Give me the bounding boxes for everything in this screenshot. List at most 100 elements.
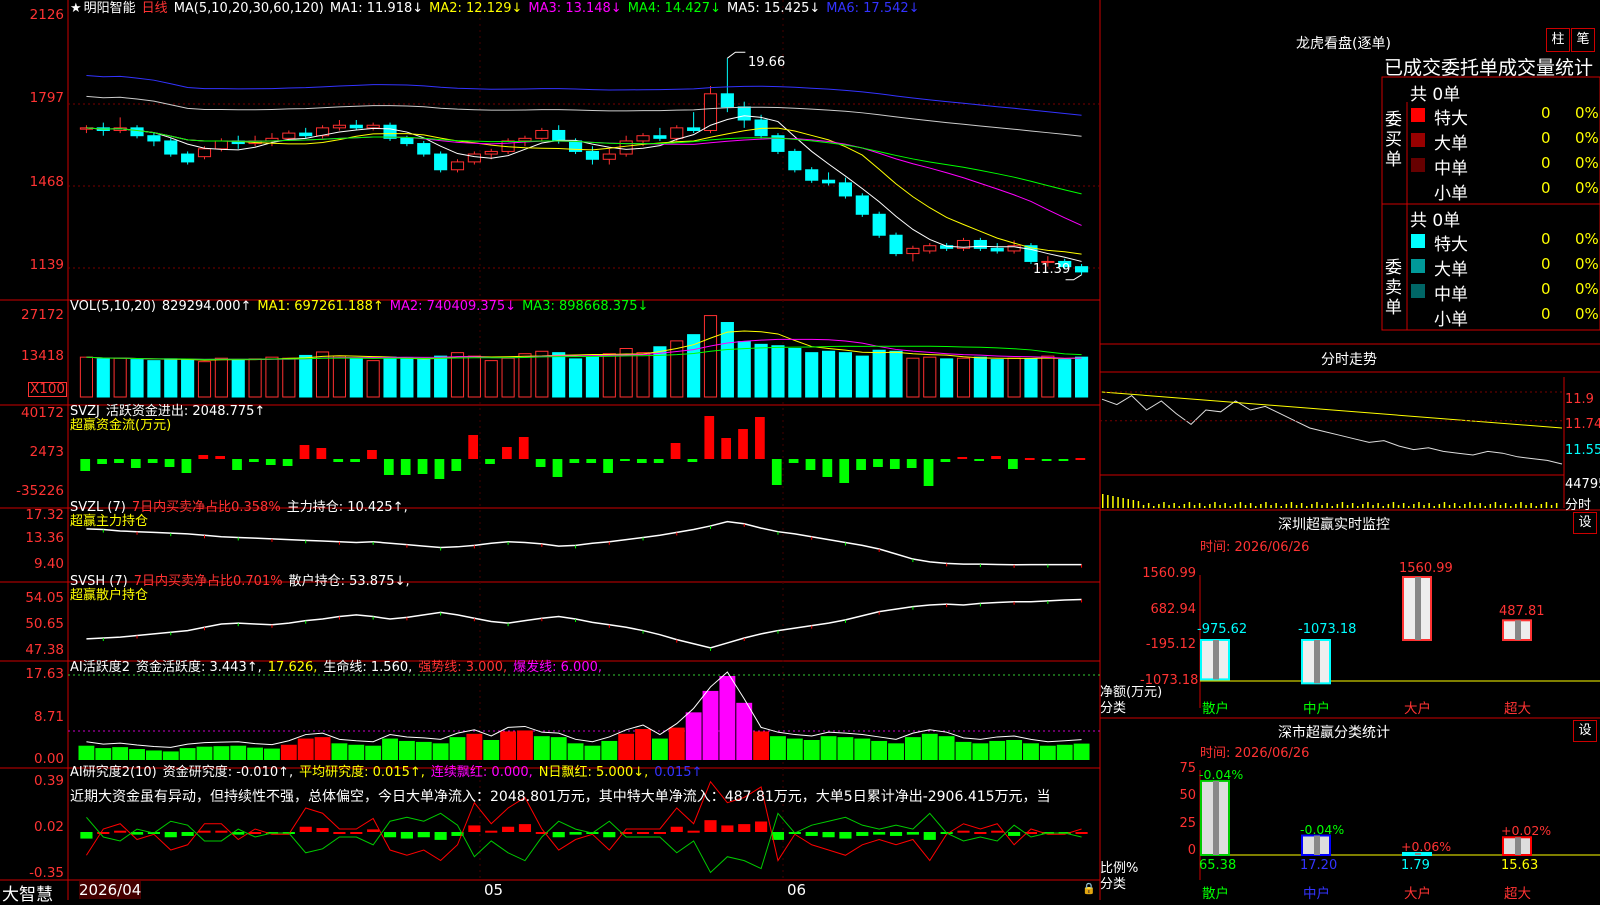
svzj-bar [198,455,209,459]
intraday-vol-bar [1209,504,1211,508]
volume-bar [79,356,94,398]
lock-icon[interactable]: 🔒 [1082,882,1096,895]
svsh-hold: 散户持仓: 53.875↓, [288,574,410,589]
ai-active-bar [179,748,196,760]
ai-research-bar [518,824,532,832]
volume-bar [653,346,667,398]
svzl-line [86,520,1083,568]
ai-active-bar [854,738,871,760]
candle-body [484,150,498,155]
intraday-price-line [1101,394,1563,465]
sz-class-settings-button[interactable]: 设 [1573,720,1597,742]
ai-active-bar [297,738,314,760]
ai-active-bar [955,741,972,760]
sz-class-delta: +0.02% [1501,823,1552,839]
intraday-vol-bar [1193,505,1196,508]
svzj-bar [957,457,968,459]
volume-bar [349,358,363,398]
candle-body [788,150,802,171]
intraday-vol-bar [1357,506,1359,508]
sz-class-category: 中户 [1303,886,1330,902]
sz-class-category: 超大 [1504,886,1531,902]
candle-body [282,132,296,139]
ai-research-axis-0: 0.39 [33,773,64,789]
ma2-value: MA2: 12.129↓ [429,1,523,16]
buy-swatch [1411,133,1425,147]
intraday-vol-bar [1188,502,1191,508]
candle-body [602,153,616,160]
ai-research-bar [822,832,835,838]
ma-line-5 [86,115,1082,262]
intraday-vol-bar [1479,503,1481,508]
ai-research-bar [906,832,919,835]
ai-research-bar [198,830,211,833]
vol-label: VOL(5,10,20) [70,299,156,314]
svsh-axis-2: 47.38 [25,642,64,658]
ma-line-60 [86,95,1082,137]
candle-body [349,124,363,129]
sz-class-axis-2: 25 [1179,816,1196,831]
svzl-hold: 主力持仓: 10.425↑, [286,500,408,515]
ai-active-bar [651,738,668,760]
intraday-vol-bar [1158,504,1160,508]
star-icon[interactable]: ★ [70,1,82,16]
ai-research-bar [636,832,650,834]
candle-body [923,245,937,252]
intraday-vol-bar [1377,503,1379,508]
ma-label: MA(5,10,20,30,60,120) [173,1,324,16]
research-note: 近期大资金虽有异动，但持续性不强，总体偏空，今日大单净流入：2048.801万元… [70,789,1051,805]
intraday-vol-bar [1224,503,1226,508]
sz-monitor-axis-2: -195.12 [1145,637,1196,652]
intraday-vol-bar [1555,503,1558,508]
volume-bar [585,355,600,398]
svzj-bar [502,447,512,459]
volume-bar [450,352,465,398]
candle-body [737,106,751,121]
intraday-vol-bar [1494,502,1497,508]
ai-active-bar [1073,743,1090,760]
ai-active-bar [1023,743,1039,760]
ai-research-bar [873,832,886,835]
intraday-vol-bar [1321,505,1323,508]
ai-research-bar [1075,832,1088,834]
candle-body [197,148,212,158]
sz-monitor-bar-shade [1515,620,1521,640]
sz-class-time: 时间: 2026/06/26 [1200,746,1310,761]
price-axis-1: 1797 [29,90,64,106]
volume-bar [602,353,616,398]
volume-bar [282,357,296,398]
volume-bar [771,345,785,398]
svzj-bar [282,459,293,466]
svzl-axis-0: 17.32 [25,507,64,523]
ai-active-bar [989,740,1006,760]
volume-bar [400,357,414,398]
buy-total: 共 0单 [1410,85,1461,105]
svzj-bar [518,437,529,459]
sz-monitor-settings-button[interactable]: 设 [1573,512,1597,534]
svzl-ratio: 7日内买卖净占比0.358% [131,500,281,515]
ai-research-bar [215,830,228,833]
ai-active-bar [668,727,685,760]
ai-active-bar [500,731,517,760]
tab-bar-view[interactable]: 柱 [1546,28,1570,52]
volume-bar [501,357,515,398]
intraday-vol-bar [1331,506,1333,508]
candle-body [670,127,684,139]
candle-body [164,140,178,155]
intraday-vol-bar [1229,506,1231,508]
svzj-bar [434,459,445,479]
ai-active-bar [685,712,702,760]
volume-bar [484,360,498,398]
svzj-text: 活跃资金进出: 2048.775↑ [105,404,266,419]
sz-monitor-category: 中户 [1303,701,1330,717]
sz-monitor-xlabel: 分类 [1100,701,1127,716]
svsh-sub: 超赢散户持仓 [70,588,149,603]
candle-body [400,137,414,145]
sell-label: 委卖单 [1385,258,1402,318]
period-label[interactable]: 日线 [142,1,168,16]
vol-ma3: MA3: 898668.375↓ [522,299,649,314]
ai-active-bar [247,747,264,760]
tab-pen-view[interactable]: 笔 [1571,28,1595,52]
ai-active-bar [904,737,921,760]
volume-bar [113,357,127,398]
